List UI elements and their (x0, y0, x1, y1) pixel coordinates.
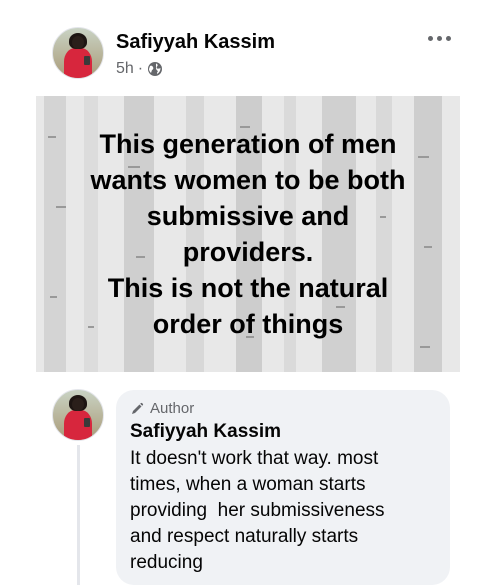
more-options-icon[interactable] (422, 28, 456, 48)
post-image[interactable]: This generation of men wants women to be… (36, 96, 460, 372)
caption-line: submissive and (146, 201, 350, 231)
comment-text-line: times, when a woman starts (130, 474, 366, 495)
comment-author-name[interactable]: Safiyyah Kassim (130, 421, 281, 443)
comment-bubble[interactable]: Author Safiyyah Kassim It doesn't work t… (116, 390, 450, 585)
post-header: Safiyyah Kassim 5h · (0, 0, 482, 90)
caption-line: order of things (152, 309, 344, 339)
thread-line (77, 445, 80, 585)
author-badge-label: Author (150, 400, 195, 417)
author-badge: Author (130, 400, 194, 417)
globe-icon[interactable] (147, 61, 163, 77)
post-time[interactable]: 5h (116, 60, 134, 78)
poster-name[interactable]: Safiyyah Kassim (116, 31, 275, 54)
post-meta: 5h · (116, 60, 163, 78)
comment-text: It doesn't work that way. most times, wh… (130, 446, 440, 576)
comment-text-line: It doesn't work that way. most (130, 448, 379, 469)
comment-text-line: providing her submissiveness (130, 500, 385, 521)
pencil-icon (130, 402, 144, 416)
caption-line: This generation of men (99, 129, 397, 159)
comment-avatar[interactable] (52, 389, 104, 441)
comment-text-line: and respect naturally starts (130, 526, 359, 547)
post-caption: This generation of men wants women to be… (36, 96, 460, 372)
caption-line: This is not the natural (107, 273, 389, 303)
comment-text-line: reducing (130, 552, 203, 573)
meta-separator: · (137, 60, 144, 77)
caption-line: providers. (182, 237, 314, 267)
caption-line: wants women to be both (90, 165, 406, 195)
avatar[interactable] (52, 27, 104, 79)
